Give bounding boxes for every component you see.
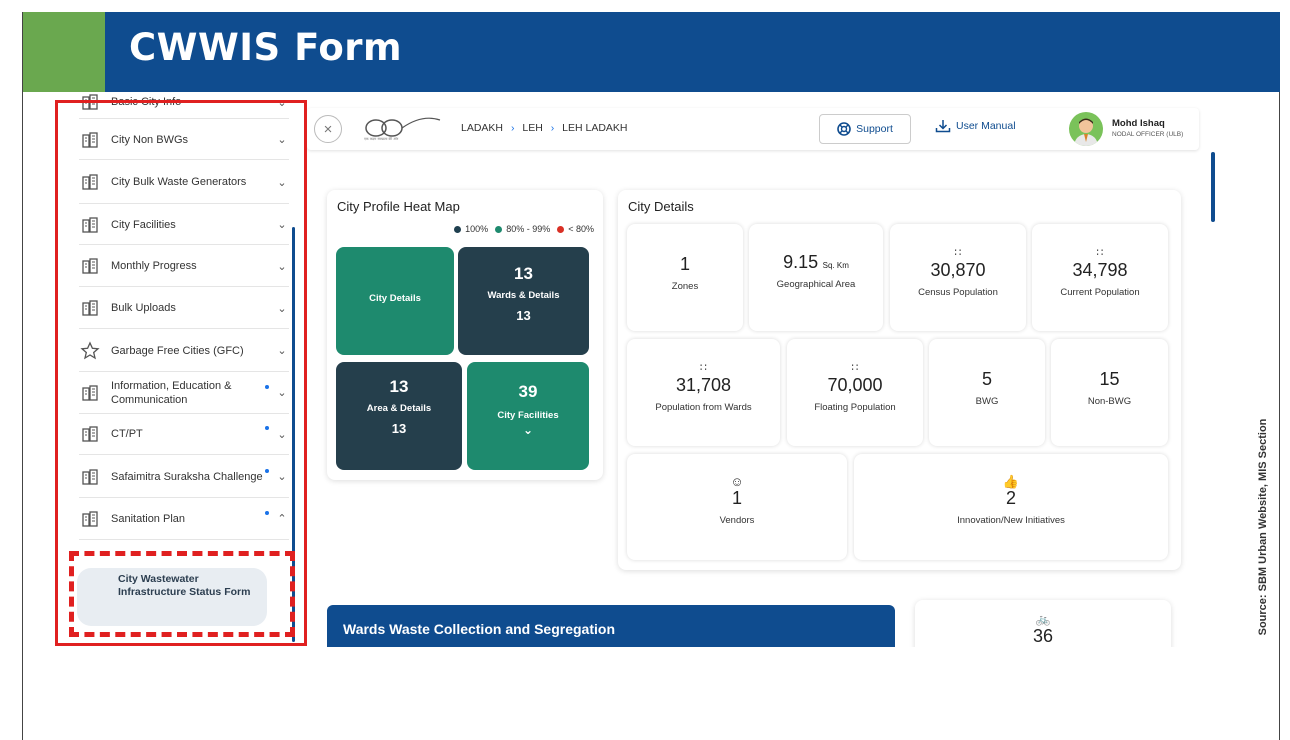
heatmap-title: City Profile Heat Map — [337, 199, 460, 214]
stat-current-label: Current Population — [1060, 287, 1140, 298]
tile-area-number: 13 — [389, 377, 409, 396]
user-manual-button[interactable]: User Manual — [935, 119, 1016, 133]
stat-pop-wards-label: Population from Wards — [655, 402, 752, 413]
tile-area[interactable]: 13 Area & Details 13 — [336, 362, 462, 470]
stat-floating-label: Floating Population — [814, 402, 896, 413]
stat-geo-area: 9.15 Sq. Km Geographical Area — [749, 224, 883, 331]
user-name: Mohd Ishaq — [1112, 118, 1165, 129]
breadcrumb-separator-icon: › — [510, 122, 515, 134]
tile-area-sub: 13 — [391, 421, 407, 436]
support-button[interactable]: Support — [819, 114, 911, 144]
stat-zones-label: Zones — [671, 281, 699, 292]
stat-floating-pop: ∷ 70,000 Floating Population — [787, 339, 923, 446]
download-icon — [935, 120, 951, 133]
thumbs-up-icon: 👍 — [1002, 474, 1020, 489]
stat-geo-label: Geographical Area — [776, 279, 856, 290]
tile-wards-label: Wards & Details — [487, 290, 560, 301]
close-button[interactable]: × — [314, 115, 342, 143]
wards-waste-title: Wards Waste Collection and Segregation — [343, 621, 616, 637]
stat-zones: 1 Zones — [627, 224, 743, 331]
title-bar: CWWIS Form — [23, 12, 1280, 92]
vendor-person-icon: ☺ — [730, 474, 744, 489]
tile-wards-number: 13 — [514, 264, 533, 283]
breadcrumb-separator-icon: › — [550, 122, 555, 134]
chevron-down-icon[interactable]: ⌄ — [467, 423, 589, 437]
stat-vendors-label: Vendors — [719, 515, 755, 526]
stat-non-bwg-label: Non-BWG — [1087, 396, 1132, 407]
stat-floating-value: 70,000 — [827, 375, 883, 395]
wards-waste-card: Wards Waste Collection and Segregation — [327, 605, 895, 647]
stat-geo-unit: Sq. Km — [822, 261, 849, 270]
stat-current-value: 34,798 — [1072, 260, 1128, 280]
legend-label-80-99: 80% - 99% — [506, 224, 551, 234]
legend-label-100: 100% — [465, 224, 489, 234]
partial-stat-card: 🚲 36 — [915, 600, 1171, 647]
user-manual-label: User Manual — [956, 120, 1016, 132]
tile-facilities-number: 39 — [518, 382, 538, 401]
city-details-card: City Details 1 Zones 9.15 Sq. Km Geograp… — [618, 190, 1181, 570]
stat-pop-wards-value: 31,708 — [675, 375, 732, 395]
slide-title: CWWIS Form — [129, 26, 403, 69]
tile-city-details-label: City Details — [369, 293, 421, 304]
highlight-submenu-dashed-box — [69, 551, 295, 637]
legend-dot-100 — [454, 225, 462, 233]
main-scrollbar[interactable] — [1211, 152, 1215, 222]
title-accent-block — [23, 12, 105, 92]
user-role: NODAL OFFICER (ULB) — [1112, 131, 1184, 138]
tile-wards[interactable]: 13 Wards & Details 13 — [458, 247, 589, 355]
stat-pop-wards: ∷ 31,708 Population from Wards — [627, 339, 780, 446]
avatar[interactable] — [1069, 112, 1103, 146]
stat-innovation: 👍 2 Innovation/New Initiatives — [854, 454, 1168, 560]
tile-area-label: Area & Details — [366, 403, 432, 414]
tile-wards-sub: 13 — [516, 308, 531, 323]
top-bar: × एक कदम स्वच्छता की ओर LADAKH › LEH › L… — [307, 108, 1199, 150]
source-caption: Source: SBM Urban Website, MIS Section — [1249, 392, 1277, 662]
legend-label-below-80: < 80% — [568, 224, 594, 234]
stat-bwg-label: BWG — [975, 396, 999, 407]
partial-stat-value: 36 — [1032, 626, 1054, 646]
people-icon: ∷ — [700, 362, 707, 374]
heatmap-legend: 100% 80% - 99% < 80% — [454, 224, 594, 234]
stat-census-pop: ∷ 30,870 Census Population — [890, 224, 1026, 331]
stat-innovation-value: 2 — [1005, 488, 1016, 508]
stat-geo-value: 9.15 — [783, 252, 819, 272]
stat-census-label: Census Population — [918, 287, 998, 298]
support-label: Support — [856, 123, 893, 135]
legend-dot-80-99 — [495, 225, 503, 233]
tile-city-details[interactable]: City Details — [336, 247, 454, 355]
people-icon: ∷ — [1096, 247, 1104, 259]
stat-non-bwg: 15 Non-BWG — [1051, 339, 1168, 446]
stat-bwg-value: 5 — [981, 369, 992, 389]
support-lifebuoy-icon — [837, 122, 851, 136]
stat-vendors: ☺ 1 Vendors — [627, 454, 847, 560]
heatmap-card: City Profile Heat Map 100% 80% - 99% < 8… — [327, 190, 603, 480]
stat-innovation-label: Innovation/New Initiatives — [957, 515, 1065, 526]
stat-non-bwg-value: 15 — [1099, 369, 1120, 389]
stat-zones-value: 1 — [679, 254, 690, 274]
stat-census-value: 30,870 — [930, 260, 986, 280]
logo-caption: एक कदम स्वच्छता की ओर — [364, 136, 399, 141]
tile-city-facilities[interactable]: 39 City Facilities ⌄ — [467, 362, 589, 470]
people-icon: ∷ — [954, 247, 962, 259]
people-icon: ∷ — [851, 362, 859, 374]
stat-current-pop: ∷ 34,798 Current Population — [1032, 224, 1168, 331]
tile-facilities-label: City Facilities — [497, 410, 559, 421]
breadcrumb-city[interactable]: LEH LADAKH — [562, 122, 627, 134]
legend-dot-below-80 — [557, 225, 565, 233]
source-text: Source: SBM Urban Website, MIS Section — [1257, 418, 1269, 636]
city-details-title: City Details — [628, 199, 694, 214]
bicycle-icon: 🚲 — [1035, 612, 1051, 626]
breadcrumb-state[interactable]: LADAKH — [461, 122, 503, 134]
swachh-bharat-logo: एक कदम स्वच्छता की ओर — [362, 116, 442, 142]
stat-vendors-value: 1 — [731, 488, 742, 508]
breadcrumb: LADAKH › LEH › LEH LADAKH — [461, 122, 628, 134]
breadcrumb-district[interactable]: LEH — [522, 122, 542, 134]
stat-bwg: 5 BWG — [929, 339, 1045, 446]
